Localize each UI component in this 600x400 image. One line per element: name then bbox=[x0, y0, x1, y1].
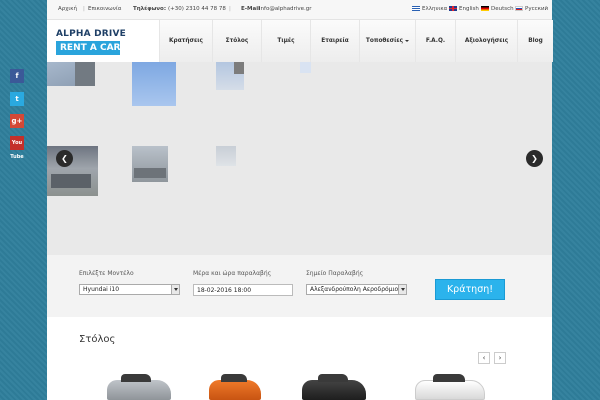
nav-item-fleet[interactable]: Στόλος bbox=[212, 20, 261, 62]
slider-image-tile bbox=[132, 146, 168, 182]
email-label: E-Mail bbox=[241, 6, 260, 12]
fleet-car-image[interactable] bbox=[209, 372, 261, 400]
pickup-location-select[interactable]: Αλεξανδρούπολη Αεροδρόμιο bbox=[306, 284, 407, 295]
slider-image-tile bbox=[216, 146, 236, 166]
facebook-icon[interactable]: f bbox=[10, 69, 24, 83]
chevron-down-icon bbox=[405, 40, 410, 42]
page-container: Αρχική | Επικοινωνία Τηλέφωνο: (+30) 231… bbox=[47, 0, 553, 400]
google-plus-icon[interactable]: g+ bbox=[10, 114, 24, 128]
slider-image-tile bbox=[300, 62, 311, 73]
booking-form: Επιλέξτε Μοντέλο Hyundai i10 Μέρα και ώρ… bbox=[47, 255, 552, 317]
lang-english[interactable]: English bbox=[449, 6, 479, 12]
contact-link[interactable]: Επικοινωνία bbox=[88, 6, 121, 12]
nav-item-blog[interactable]: Blog bbox=[517, 20, 553, 62]
top-bar: Αρχική | Επικοινωνία Τηλέφωνο: (+30) 231… bbox=[47, 0, 552, 20]
main-nav: Κρατήσεις Στόλος Τιμές Εταιρεία Τοποθεσί… bbox=[159, 20, 553, 62]
nav-item-company[interactable]: Εταιρεία bbox=[310, 20, 359, 62]
fleet-car-image[interactable] bbox=[302, 372, 366, 400]
hero-slider: ❮ ❯ bbox=[47, 62, 552, 255]
nav-item-faq[interactable]: F.A.Q. bbox=[415, 20, 455, 62]
fleet-car-image[interactable] bbox=[415, 372, 485, 400]
youtube-icon[interactable]: You Tube bbox=[10, 136, 24, 160]
home-link[interactable]: Αρχική bbox=[58, 6, 77, 12]
slider-image-tile bbox=[216, 62, 244, 90]
fleet-prev-button[interactable]: ‹ bbox=[478, 352, 490, 364]
site-header: ALPHA DRIVE RENT A CAR Κρατήσεις Στόλος … bbox=[47, 20, 553, 62]
slider-image-tile bbox=[47, 62, 95, 86]
phone-label: Τηλέφωνο: bbox=[133, 6, 167, 12]
pickup-location-label: Σημείο Παραλαβής bbox=[306, 270, 364, 277]
nav-item-locations[interactable]: Τοποθεσίες bbox=[359, 20, 415, 62]
model-label: Επιλέξτε Μοντέλο bbox=[79, 270, 134, 277]
nav-item-reviews[interactable]: Αξιολογήσεις bbox=[455, 20, 517, 62]
lang-greek[interactable]: Ελληνικα bbox=[412, 6, 447, 12]
fleet-next-button[interactable]: › bbox=[494, 352, 506, 364]
nav-item-bookings[interactable]: Κρατήσεις bbox=[159, 20, 212, 62]
lang-german[interactable]: Deutsch bbox=[481, 6, 514, 12]
uk-flag-icon bbox=[449, 6, 457, 11]
fleet-car-image[interactable] bbox=[107, 372, 171, 400]
slider-image-tile bbox=[47, 146, 98, 196]
fleet-section: Στόλος ‹ › bbox=[47, 317, 552, 400]
phone-value: (+30) 2310 44 78 78 bbox=[168, 6, 226, 12]
logo-subtitle: RENT A CAR bbox=[56, 41, 120, 55]
email-link[interactable]: info@alphadrive.gr bbox=[259, 6, 311, 12]
slider-prev-button[interactable]: ❮ bbox=[56, 150, 73, 167]
chevron-down-icon bbox=[171, 285, 179, 294]
book-button[interactable]: Κράτηση! bbox=[435, 279, 505, 300]
pickup-date-label: Μέρα και ώρα παραλαβής bbox=[193, 270, 272, 277]
greek-flag-icon bbox=[412, 6, 420, 11]
slider-next-button[interactable]: ❯ bbox=[526, 150, 543, 167]
logo-title: ALPHA DRIVE bbox=[56, 29, 126, 39]
twitter-icon[interactable]: t bbox=[10, 92, 24, 106]
logo[interactable]: ALPHA DRIVE RENT A CAR bbox=[56, 29, 126, 55]
pickup-date-input[interactable]: 18-02-2016 18:00 bbox=[193, 284, 293, 296]
model-select[interactable]: Hyundai i10 bbox=[79, 284, 180, 295]
lang-russian[interactable]: Русский bbox=[515, 6, 548, 12]
german-flag-icon bbox=[481, 6, 489, 11]
fleet-title: Στόλος bbox=[79, 334, 116, 345]
nav-item-prices[interactable]: Τιμές bbox=[261, 20, 310, 62]
russian-flag-icon bbox=[515, 6, 523, 11]
slider-image-tile bbox=[132, 62, 176, 106]
chevron-down-icon bbox=[398, 285, 406, 294]
